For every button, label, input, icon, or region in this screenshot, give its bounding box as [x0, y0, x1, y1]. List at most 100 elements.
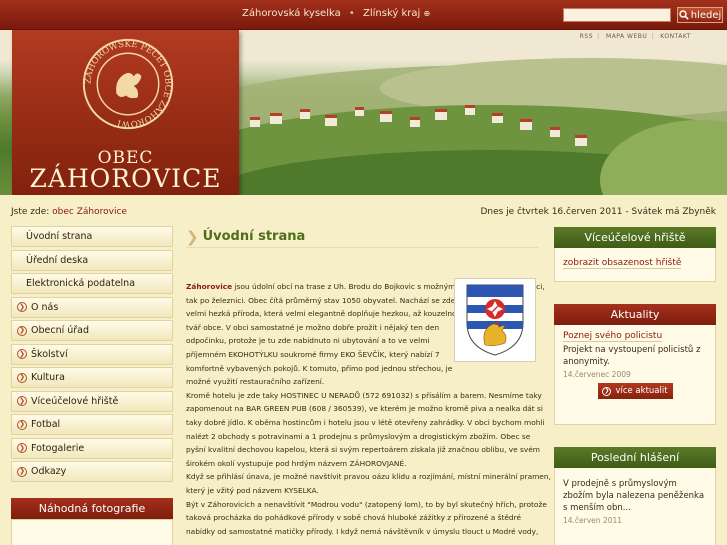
arrow-right-icon: ❯ [602, 386, 612, 396]
article-line-text: který je vžitý pod názvem KYSELKA. [186, 485, 319, 495]
top-links: Záhorovská kyselka • Zlínský kraj ⊕ [242, 8, 430, 19]
article-line-text: zapomenout na BAR GREEN PUB (608 / 36053… [186, 404, 543, 414]
article-lead-bold: Záhorovice [186, 282, 233, 291]
nav-item-label: Úvodní strana [26, 231, 93, 242]
article-line-text: širokém okolí vystupuje pod hrdým názvem… [186, 458, 407, 468]
search-button[interactable]: hledej [677, 7, 723, 23]
page-title: Úvodní strana [202, 229, 306, 244]
search-button-label: hledej [690, 9, 722, 21]
search-input[interactable] [563, 8, 671, 22]
chevron-right-icon: ❯ [186, 227, 199, 246]
arrow-right-icon: ❯ [17, 466, 27, 477]
arrow-right-icon: ❯ [17, 443, 27, 453]
hriste-occupancy-link[interactable]: zobrazit obsazenost hřiště [563, 258, 682, 269]
nav-item-label: Fotogalerie [31, 442, 85, 454]
article-line-text: taky dobré jídlo. K oběma hostincům i ho… [186, 417, 545, 427]
article-text: Záhorovice jsou údolní obcí na trase z U… [186, 278, 551, 539]
article-line: komfortně vybavených pokojů. K tomuto, p… [186, 362, 538, 376]
nav-item[interactable]: Úvodní strana [11, 226, 173, 247]
article-line: Být v Záhorovicích a nenavštívit "Modrou… [186, 498, 547, 512]
article-line: širokém okolí vystupuje pod hrdým názvem… [186, 457, 538, 471]
breadcrumb: Jste zde: obec Záhorovice [11, 207, 127, 217]
nav-item[interactable]: Elektronická podatelna [11, 273, 173, 294]
hriste-heading: Víceúčelové hřiště [554, 227, 716, 248]
date-line: Dnes je čtvrtek 16.červen 2011 - Svátek … [480, 207, 716, 217]
arrow-right-icon: ❯ [17, 325, 27, 336]
more-news-button[interactable]: ❯ více aktualit [597, 383, 673, 399]
sitemap-link[interactable]: MAPA WEBU [606, 33, 647, 40]
nav-item-label: O nás [31, 301, 59, 313]
article-line-text: nabídky od samostatné matičky přírody. I… [186, 526, 539, 536]
article-line-text: pyšní kvalitní dechovou kapelou, která s… [186, 445, 541, 455]
article-line: zapomenout na BAR GREEN PUB (608 / 36053… [186, 402, 543, 416]
contact-link[interactable]: KONTAKT [660, 33, 691, 40]
article-line-text: příjemném EKOHOTÝLKU soukromé firmy EKO … [186, 349, 440, 359]
article-line-text: velmi hezká příroda, která velmi elegant… [186, 309, 462, 319]
nav-item[interactable]: ❯ O nás [11, 296, 173, 318]
nav-item[interactable]: ❯ Obecní úřad [11, 320, 173, 341]
article-line-text: Když se přihlásí únava, je možné navštív… [186, 472, 551, 482]
news-description: Projekt na vystoupení policistů z anonym… [563, 345, 701, 367]
arrow-right-icon: ❯ [17, 302, 27, 312]
main-content: ❯ Úvodní strana Záhorovice jsou údolní o… [186, 226, 551, 539]
breadcrumb-prefix: Jste zde: [11, 207, 50, 217]
arrow-right-icon: ❯ [17, 349, 27, 359]
search-icon [679, 10, 689, 20]
article-line-text: odpočinku, protože je tu zde nabídnuto n… [186, 336, 430, 346]
article-line-text: nalézt 2 obchody s potravinami a 1 prode… [186, 431, 531, 441]
hlaseni-box: V prodejně s průmyslovým zbožím byla nal… [554, 468, 716, 545]
nav-item-label: Kultura [31, 372, 65, 383]
more-news-label: více aktualit [615, 386, 668, 396]
nav-item[interactable]: ❯ Odkazy [11, 461, 173, 482]
article-line: možné využití restauračního zařízení. [186, 375, 538, 389]
article-line: taky dobré jídlo. K oběma hostincům i ho… [186, 416, 545, 430]
announcement-date: 14.červen 2011 [563, 516, 623, 525]
arrow-right-icon: ❯ [17, 419, 27, 430]
nav-item-label: Fotbal [31, 419, 61, 430]
nav-item-label: Víceúčelové hřiště [31, 395, 119, 407]
coat-of-arms-icon [466, 284, 524, 356]
nav-item-label: Elektronická podatelna [26, 278, 136, 289]
article-line: nabídky od samostatné matičky přírody. I… [186, 525, 538, 539]
coat-of-arms-image[interactable] [454, 278, 536, 362]
nav-item[interactable]: Úřední deska [11, 249, 173, 271]
breadcrumb-link-obec[interactable]: obec Záhorovice [52, 207, 127, 217]
nav-item-label: Obecní úřad [31, 325, 90, 336]
article-line-text: Být v Záhorovicích a nenavštívit "Modrou… [186, 499, 547, 509]
article-line: který je vžitý pod názvem KYSELKA. [186, 484, 538, 498]
nav-item[interactable]: ❯ Víceúčelové hřiště [11, 390, 173, 412]
aktuality-box: Poznej svého policistu Projekt na vystou… [554, 325, 716, 425]
title-row: ❯ Úvodní strana [186, 226, 538, 248]
article-line-text: taková procházka do pohádkové přírody v … [186, 513, 522, 523]
article-line: taková procházka do pohádkové přírody v … [186, 511, 538, 525]
article-line-text: tvář obce. V obci samostatné je možno do… [186, 322, 440, 332]
nav-item[interactable]: ❯ Kultura [11, 367, 173, 388]
article-line-text: možné využití restauračního zařízení. [186, 377, 325, 387]
article-line-text: Kromě hotelu je zde taky HOSTINEC U NERA… [186, 390, 542, 400]
right-column: Víceúčelové hřiště zobrazit obsazenost h… [554, 227, 716, 545]
article-line-text: komfortně vybavených pokojů. K tomuto, p… [186, 363, 453, 373]
top-link-zlinsky-kraj[interactable]: Zlínský kraj [363, 8, 420, 19]
top-link-kyselka[interactable]: Záhorovská kyselka [242, 8, 341, 19]
nav-item[interactable]: ❯ Fotbal [11, 414, 173, 435]
rss-link[interactable]: RSS [580, 33, 593, 40]
nav-item-label: Odkazy [31, 466, 67, 477]
news-title-link[interactable]: Poznej svého policistu [563, 331, 663, 342]
random-photo-heading: Náhodná fotografie [11, 498, 173, 519]
bullet-separator: • [348, 8, 355, 19]
article-line: Když se přihlásí únava, je možné navštív… [186, 470, 551, 484]
hriste-box: zobrazit obsazenost hřiště [554, 248, 716, 282]
hero-landscape: ZÁHOROWSKE PECET OBCE ZÁHOROWI OBEC ZÁHO… [0, 30, 727, 195]
logo-panel[interactable]: ZÁHOROWSKE PECET OBCE ZÁHOROWI OBEC ZÁHO… [12, 30, 239, 195]
nav-item[interactable]: ❯ Školství [11, 343, 173, 365]
nav-item[interactable]: ❯ Fotogalerie [11, 437, 173, 459]
external-link-icon: ⊕ [423, 9, 431, 18]
article-line: Kromě hotelu je zde taky HOSTINEC U NERA… [186, 389, 542, 403]
random-photo-box[interactable] [11, 519, 173, 545]
aktuality-heading: Aktuality [554, 304, 716, 325]
arrow-right-icon: ❯ [17, 372, 27, 383]
top-bar: Záhorovská kyselka • Zlínský kraj ⊕ hled… [0, 0, 727, 30]
announcement-text[interactable]: V prodejně s průmyslovým zbožím byla nal… [563, 478, 707, 514]
nav-item-label: Školství [31, 348, 68, 360]
main-navigation: Úvodní strana Úřední deska Elektronická po… [11, 226, 173, 485]
